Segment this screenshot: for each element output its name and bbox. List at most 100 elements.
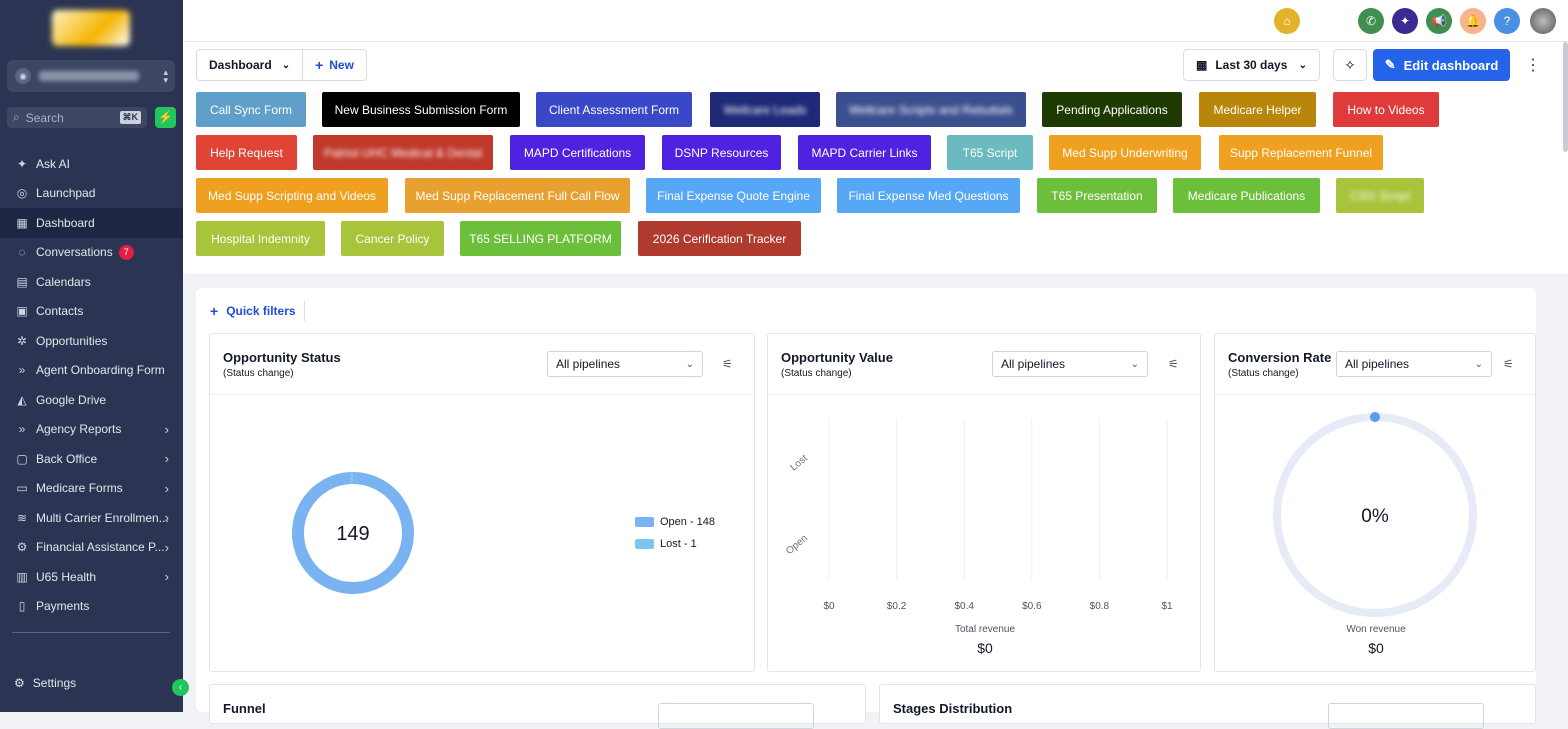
quick-link-chip[interactable]: MAPD Certifications	[510, 135, 645, 170]
quick-link-chip[interactable]: New Business Submission Form	[322, 92, 520, 127]
quick-link-chip[interactable]: Help Request	[196, 135, 297, 170]
briefcase-icon: ▥	[14, 570, 30, 584]
quick-action-bolt-icon[interactable]: ⚡	[155, 107, 176, 128]
quick-link-chip[interactable]: Med Supp Underwriting	[1049, 135, 1201, 170]
edit-dashboard-button[interactable]: ✎ Edit dashboard	[1373, 49, 1510, 81]
sidebar-item-ask-ai[interactable]: ✦Ask AI	[0, 149, 183, 179]
dashboard-dropdown[interactable]: Dashboard ⌄	[197, 50, 302, 80]
sidebar-item-label: Multi Carrier Enrollmen...	[36, 511, 169, 525]
pipeline-select[interactable]: All pipelines⌄	[992, 351, 1148, 377]
sidebar-item-label: Conversations	[36, 245, 113, 259]
filter-settings-icon[interactable]: ⚟	[1503, 357, 1514, 371]
sidebar-item-dashboard[interactable]: ▦Dashboard	[0, 208, 183, 238]
chevron-updown-icon: ▴▾	[163, 68, 168, 84]
quick-link-chip[interactable]: How to Videos	[1333, 92, 1439, 127]
new-dashboard-button[interactable]: + New	[302, 50, 366, 80]
sidebar-item-back-office[interactable]: ▢Back Office›	[0, 444, 183, 474]
date-range-dropdown[interactable]: ▦ Last 30 days ⌄	[1183, 49, 1320, 81]
quick-link-chip[interactable]: Call Sync Form	[196, 92, 306, 127]
chip-label: Wellcare Leads	[724, 103, 807, 117]
megaphone-icon[interactable]: 📢	[1426, 8, 1452, 34]
quick-link-chip[interactable]: Med Supp Replacement Full Call Flow	[405, 178, 630, 213]
sidebar-item-label: Launchpad	[36, 186, 95, 200]
sidebar-item-label: Opportunities	[36, 334, 107, 348]
sidebar-item-u65-health[interactable]: ▥U65 Health›	[0, 562, 183, 592]
company-logo[interactable]	[52, 10, 130, 46]
quick-link-chip[interactable]: Wellcare Leads	[710, 92, 820, 127]
help-icon[interactable]: ?	[1494, 8, 1520, 34]
filter-settings-icon[interactable]: ⚟	[1168, 357, 1179, 371]
quick-link-chip[interactable]: CSG Script	[1336, 178, 1424, 213]
chip-label: Supp Replacement Funnel	[1230, 146, 1372, 160]
sidebar: ◉ ▴▾ ⌕ Search ⌘K ⚡ ✦Ask AI ◎ Launchpad ▦Das…	[0, 0, 183, 712]
home-icon[interactable]: ⌂	[1274, 8, 1300, 34]
search-input[interactable]: ⌕ Search ⌘K	[7, 107, 147, 128]
sidebar-item-medicare-forms[interactable]: ▭Medicare Forms›	[0, 474, 183, 504]
sidebar-item-label: Calendars	[36, 275, 91, 289]
sidebar-item-google-drive[interactable]: ◭Google Drive	[0, 385, 183, 415]
chip-label: MAPD Carrier Links	[811, 146, 917, 160]
quick-link-chip[interactable]: T65 Presentation	[1037, 178, 1157, 213]
quick-link-chip[interactable]: Hospital Indemnity	[196, 221, 325, 256]
quick-link-chip[interactable]: Client Assessment Form	[536, 92, 692, 127]
contacts-icon: ▣	[14, 304, 30, 318]
quick-link-chip[interactable]: Wellcare Scripts and Rebuttals	[836, 92, 1026, 127]
pipeline-select[interactable]: All pipelines⌄	[547, 351, 703, 377]
x-tick-label: $0	[823, 601, 835, 612]
sidebar-item-financial-assistance-p[interactable]: ⚙Financial Assistance P...›	[0, 533, 183, 563]
quick-link-chip[interactable]: DSNP Resources	[662, 135, 781, 170]
stages-distribution-card: Stages Distribution	[879, 684, 1536, 724]
sidebar-item-contacts[interactable]: ▣Contacts	[0, 297, 183, 327]
sidebar-item-settings[interactable]: ⚙ Settings	[14, 676, 76, 690]
ai-sparkle-icon[interactable]: ✦	[1392, 8, 1418, 34]
pipeline-select[interactable]	[658, 703, 814, 729]
pipeline-select[interactable]: All pipelines⌄	[1336, 351, 1492, 377]
quick-link-chip[interactable]: T65 Script	[947, 135, 1033, 170]
quick-link-chip[interactable]: Patriot UHC Medical & Dental	[313, 135, 493, 170]
quick-filters-button[interactable]: + Quick filters	[210, 301, 305, 321]
phone-icon[interactable]: ✆	[1358, 8, 1384, 34]
filter-settings-icon[interactable]: ⚟	[722, 357, 733, 371]
sidebar-item-conversations[interactable]: ◌Conversations7	[0, 238, 183, 268]
user-avatar[interactable]	[1530, 8, 1556, 34]
quick-link-chip[interactable]: 2026 Cerification Tracker	[638, 221, 801, 256]
status-donut-chart: 149	[210, 394, 756, 672]
x-tick-label: $1	[1161, 601, 1173, 612]
quick-link-chip[interactable]: Pending Applications	[1042, 92, 1182, 127]
chip-label: CSG Script	[1350, 189, 1410, 203]
quick-link-chip[interactable]: Supp Replacement Funnel	[1219, 135, 1383, 170]
quick-link-chip[interactable]: T65 SELLING PLATFORM	[460, 221, 621, 256]
top-bar: ⌂ ✆ ✦ 📢 🔔 ?	[183, 0, 1568, 42]
card-title: Stages Distribution	[893, 701, 1012, 716]
more-options-icon[interactable]: ⋮	[1525, 55, 1541, 75]
quick-link-chip[interactable]: MAPD Carrier Links	[798, 135, 931, 170]
chevron-down-icon: ⌄	[1131, 359, 1139, 370]
bell-icon[interactable]: 🔔	[1460, 8, 1486, 34]
rocket-icon: ◎	[14, 186, 30, 200]
quick-link-chip[interactable]: Cancer Policy	[341, 221, 444, 256]
magic-wand-icon[interactable]: ✧	[1333, 49, 1367, 81]
chevron-right-icon: ›	[165, 540, 169, 555]
total-revenue-value: $0	[768, 640, 1202, 656]
pipeline-select-value: All pipelines	[556, 357, 620, 371]
pipeline-select[interactable]	[1328, 703, 1484, 729]
quick-link-chip[interactable]: Final Expense Quote Engine	[646, 178, 821, 213]
quick-link-chip[interactable]: Med Supp Scripting and Videos	[196, 178, 388, 213]
x-tick-label: $0.2	[887, 601, 907, 612]
sidebar-item-launchpad[interactable]: ◎ Launchpad	[0, 179, 183, 209]
sidebar-item-agent-onboarding-form[interactable]: »Agent Onboarding Form	[0, 356, 183, 386]
quick-link-chip[interactable]: Medicare Helper	[1199, 92, 1316, 127]
sidebar-item-opportunities[interactable]: ✲Opportunities	[0, 326, 183, 356]
gauge-marker	[1370, 412, 1380, 422]
sidebar-item-multi-carrier-enrollmen[interactable]: ≋Multi Carrier Enrollmen...›	[0, 503, 183, 533]
sidebar-item-calendars[interactable]: ▤Calendars	[0, 267, 183, 297]
sidebar-item-agency-reports[interactable]: »Agency Reports›	[0, 415, 183, 445]
value-bar-chart: $0$0.2$0.4$0.6$0.8$1LostOpen	[768, 394, 1202, 624]
quick-link-chip[interactable]: Final Expense Med Questions	[837, 178, 1020, 213]
scrollbar[interactable]	[1563, 42, 1568, 152]
sidebar-item-payments[interactable]: ▯Payments	[0, 592, 183, 622]
chevron-down-icon: ⌄	[1299, 60, 1307, 71]
quick-link-chip[interactable]: Medicare Publications	[1173, 178, 1320, 213]
double-chevron-icon: »	[14, 363, 30, 377]
account-switcher[interactable]: ◉ ▴▾	[7, 60, 175, 92]
